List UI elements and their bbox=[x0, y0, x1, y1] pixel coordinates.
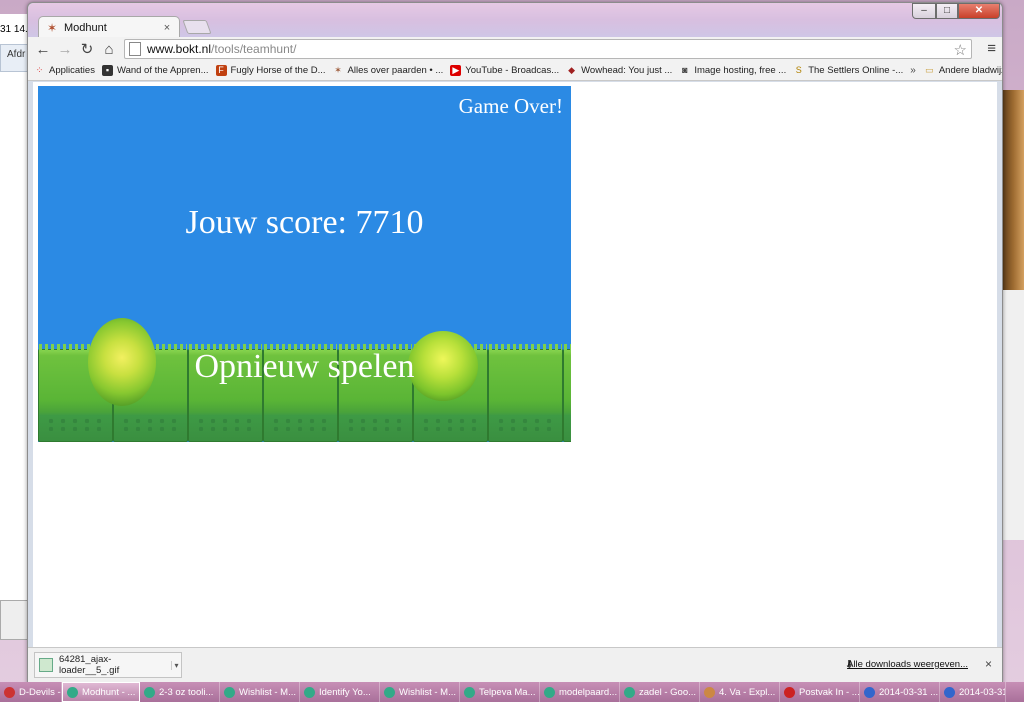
game-canvas[interactable]: Game Over! Jouw score: 7710 Opnieuw spel… bbox=[38, 86, 571, 442]
bookmark-item[interactable]: ◙ Image hosting, free ... bbox=[679, 65, 786, 76]
camera-icon: ◙ bbox=[682, 65, 688, 75]
downloads-bar: 64281_ajax-loader__5_.gif ▾ ⬇ Alle downl… bbox=[28, 647, 1002, 683]
reload-button[interactable]: ↻ bbox=[76, 39, 98, 59]
browser-window: ✶ Modhunt × – □ ✕ ← → ↻ ⌂ www.bokt.nl/to… bbox=[27, 2, 1003, 684]
chrome-icon bbox=[624, 686, 635, 698]
tab-modhunt[interactable]: ✶ Modhunt × bbox=[38, 16, 180, 38]
f-logo-icon: F bbox=[215, 65, 227, 76]
maximize-button[interactable]: □ bbox=[936, 3, 958, 19]
taskbar-item[interactable]: D-Devils - J... bbox=[0, 682, 62, 702]
bookmark-item[interactable]: ◆ Wowhead: You just ... bbox=[566, 65, 672, 76]
forward-button[interactable]: → bbox=[54, 39, 76, 59]
chrome-icon bbox=[384, 686, 395, 698]
minimize-button[interactable]: – bbox=[912, 3, 936, 19]
url-host: www.bokt.nl bbox=[147, 42, 212, 56]
bookmark-icon: ▪ bbox=[101, 65, 113, 76]
bookmark-star-icon[interactable]: ☆ bbox=[954, 41, 967, 59]
taskbar-item[interactable]: Wishlist - M... bbox=[380, 682, 460, 702]
taskbar-item[interactable]: 2014-03-31 ... bbox=[940, 682, 1006, 702]
chrome-icon bbox=[224, 686, 235, 698]
image-icon bbox=[944, 686, 955, 698]
explorer-icon bbox=[704, 686, 715, 698]
chrome-icon bbox=[67, 686, 78, 698]
page-icon bbox=[129, 42, 141, 56]
folder-icon: ▭ bbox=[925, 65, 934, 75]
url-path: /tools/teamhunt/ bbox=[211, 42, 297, 56]
back-button[interactable]: ← bbox=[32, 39, 54, 59]
background-tab[interactable]: Afdr bbox=[0, 44, 28, 72]
taskbar-item[interactable]: Telpeva Ma... bbox=[460, 682, 540, 702]
bokt-favicon-icon: ✶ bbox=[46, 20, 58, 35]
chrome-menu-icon[interactable]: ≡ bbox=[987, 40, 996, 57]
chrome-icon bbox=[304, 686, 315, 698]
download-filename: 64281_ajax-loader__5_.gif bbox=[59, 654, 120, 676]
background-panel-strip bbox=[1002, 290, 1024, 540]
wowhead-icon: ◆ bbox=[568, 65, 576, 75]
taskbar-item-active[interactable]: Modhunt - ... bbox=[62, 682, 140, 702]
background-window: 31 14.5 Afdr bbox=[0, 14, 33, 604]
horse-icon: ✶ bbox=[334, 65, 342, 75]
tab-close-icon[interactable]: × bbox=[161, 22, 173, 34]
window-controls: – □ ✕ bbox=[912, 3, 1000, 19]
home-button[interactable]: ⌂ bbox=[98, 39, 120, 59]
chrome-icon bbox=[464, 686, 475, 698]
browser-toolbar: ← → ↻ ⌂ www.bokt.nl/tools/teamhunt/ ☆ ≡ bbox=[28, 37, 1002, 61]
youtube-icon: ▶ bbox=[450, 65, 462, 76]
taskbar-item[interactable]: zadel - Goo... bbox=[620, 682, 700, 702]
game-over-text: Game Over! bbox=[458, 94, 563, 118]
taskbar-item[interactable]: Postvak In - ... bbox=[780, 682, 860, 702]
bookmark-item[interactable]: ⁘ Applicaties bbox=[34, 65, 95, 76]
new-tab-button[interactable] bbox=[182, 20, 212, 34]
bookmark-item[interactable]: ▶ YouTube - Broadcas... bbox=[450, 65, 559, 76]
image-file-icon bbox=[39, 658, 53, 672]
chrome-icon bbox=[144, 686, 155, 698]
taskbar-item[interactable]: 2014-03-31 ... bbox=[860, 682, 940, 702]
bookmark-item[interactable]: S The Settlers Online -... bbox=[793, 65, 904, 76]
settlers-icon: S bbox=[795, 65, 802, 75]
download-item[interactable]: 64281_ajax-loader__5_.gif ▾ bbox=[34, 652, 182, 678]
taskbar-item[interactable]: 4. Va - Expl... bbox=[700, 682, 780, 702]
chrome-icon bbox=[544, 686, 555, 698]
page-content: Game Over! Jouw score: 7710 Opnieuw spel… bbox=[33, 82, 997, 648]
score-text: Jouw score: 7710 bbox=[185, 204, 424, 241]
taskbar: D-Devils - J... Modhunt - ... 2-3 oz too… bbox=[0, 682, 1024, 702]
taskbar-item[interactable]: Identify Yo... bbox=[300, 682, 380, 702]
title-bar: ✶ Modhunt × – □ ✕ bbox=[28, 3, 1002, 38]
bookmarks-bar: ⁘ Applicaties ▪ Wand of the Appren... F Fug… bbox=[28, 61, 1002, 81]
address-bar[interactable]: www.bokt.nl/tools/teamhunt/ ☆ bbox=[124, 39, 972, 59]
image-icon bbox=[864, 686, 875, 698]
close-window-button[interactable]: ✕ bbox=[958, 3, 1000, 19]
taskbar-item[interactable]: modelpaard... bbox=[540, 682, 620, 702]
bookmarks-overflow-button[interactable]: » bbox=[910, 65, 916, 76]
taskbar-item[interactable]: Wishlist - M... bbox=[220, 682, 300, 702]
mail-icon bbox=[784, 686, 795, 698]
apps-grid-icon: ⁘ bbox=[35, 65, 44, 75]
app-icon bbox=[4, 686, 15, 698]
other-bookmarks-folder[interactable]: ▭Andere bladwijzers bbox=[924, 65, 1002, 76]
download-menu-chevron-icon[interactable]: ▾ bbox=[171, 660, 181, 670]
downloads-close-icon[interactable]: × bbox=[985, 657, 992, 671]
background-image-strip bbox=[1002, 90, 1024, 290]
taskbar-item[interactable]: 2-3 oz tooli... bbox=[140, 682, 220, 702]
background-window-lower bbox=[0, 600, 30, 640]
tab-title: Modhunt bbox=[64, 21, 107, 34]
bookmark-item[interactable]: F Fugly Horse of the D... bbox=[215, 65, 326, 76]
show-all-downloads-link[interactable]: Alle downloads weergeven... bbox=[847, 659, 968, 670]
bookmark-item[interactable]: ▪ Wand of the Appren... bbox=[101, 65, 209, 76]
bookmark-item[interactable]: ✶ Alles over paarden • ... bbox=[333, 65, 443, 76]
play-again-button[interactable]: Opnieuw spelen bbox=[38, 348, 571, 386]
